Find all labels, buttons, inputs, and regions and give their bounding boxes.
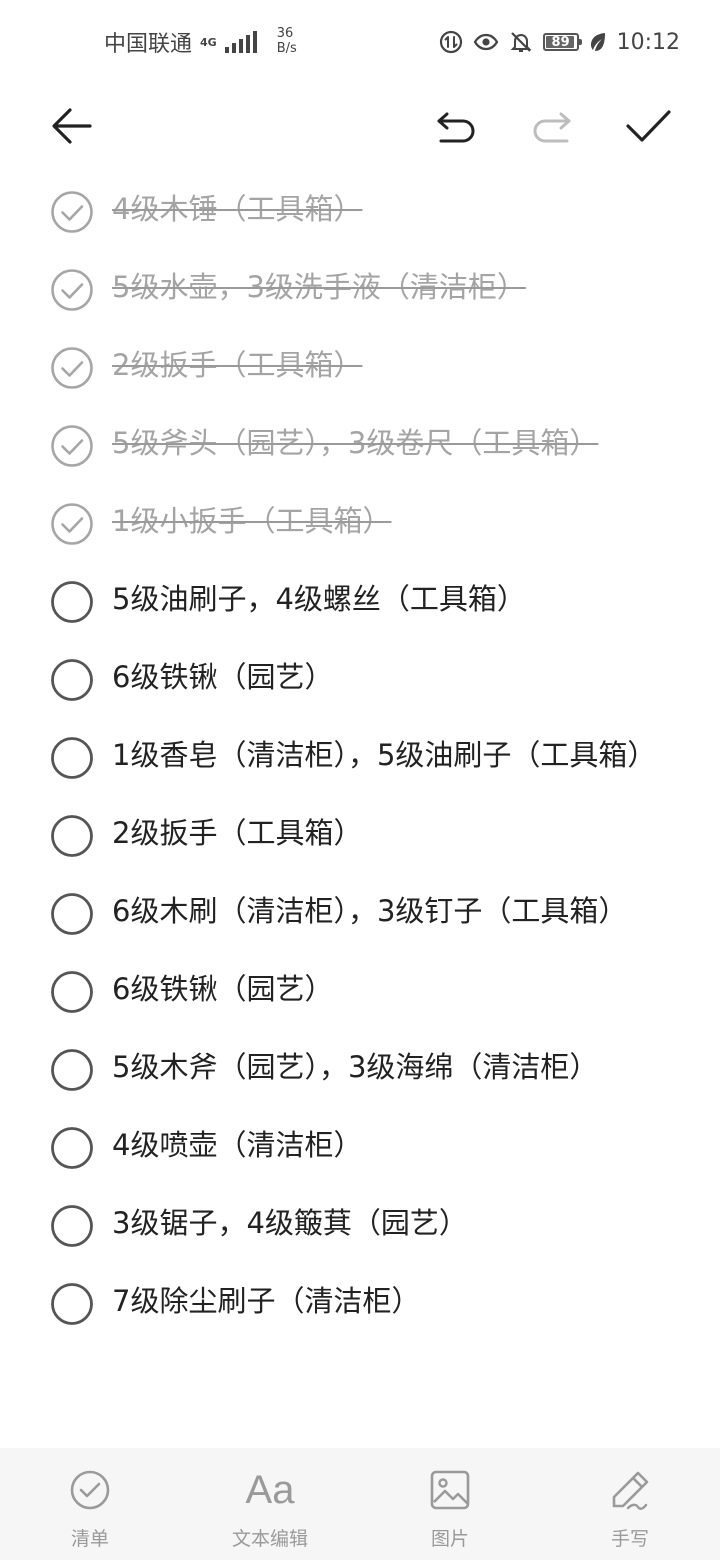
checked-circle-icon[interactable]: [50, 424, 94, 468]
checklist-item-text[interactable]: 6级铁锹（园艺）: [112, 641, 672, 719]
text-format-glyph: Aa: [245, 1468, 295, 1512]
signal-strength-icon: [224, 31, 257, 53]
checklist: 4级木锤（工具箱） 5级水壶，3级洗手液（清洁柜） 2级扳手（工具箱） 5级斧头（园艺…: [0, 173, 720, 1343]
unchecked-circle-icon[interactable]: [50, 658, 94, 702]
mute-bell-icon: [509, 30, 533, 54]
unchecked-circle-icon[interactable]: [50, 1204, 94, 1248]
save-done-button[interactable]: [620, 102, 676, 150]
checklist-item[interactable]: 2级扳手（工具箱）: [0, 329, 720, 407]
checklist-item[interactable]: 1级小扳手（工具箱）: [0, 485, 720, 563]
checklist-item-text[interactable]: 5级水壶，3级洗手液（清洁柜）: [112, 251, 672, 329]
checklist-item[interactable]: 5级木斧（园艺），3级海绵（清洁柜）: [0, 1031, 720, 1109]
checklist-item-text[interactable]: 3级锯子，4级簸萁（园艺）: [112, 1187, 672, 1265]
checked-circle-icon[interactable]: [50, 190, 94, 234]
image-icon: [429, 1468, 471, 1512]
pen-icon: [608, 1468, 652, 1512]
checklist-item-text[interactable]: 6级铁锹（园艺）: [112, 953, 672, 1031]
bottom-toolbar: 清单 Aa 文本编辑 图片 手写: [0, 1448, 720, 1560]
redo-button[interactable]: [524, 102, 580, 150]
editor-toolbar: [0, 84, 720, 170]
checked-circle-icon[interactable]: [50, 268, 94, 312]
checklist-item[interactable]: 7级除尘刷子（清洁柜）: [0, 1265, 720, 1343]
unchecked-circle-icon[interactable]: [50, 580, 94, 624]
checklist-item-text[interactable]: 2级扳手（工具箱）: [112, 797, 672, 875]
status-left: 中国联通 4G 36 B/s: [104, 26, 297, 58]
unchecked-circle-icon[interactable]: [50, 1048, 94, 1092]
checklist-item[interactable]: 5级油刷子，4级螺丝（工具箱）: [0, 563, 720, 641]
unchecked-circle-icon[interactable]: [50, 814, 94, 858]
checklist-item-text[interactable]: 4级喷壶（清洁柜）: [112, 1109, 672, 1187]
checklist-item-text[interactable]: 5级斧头（园艺），3级卷尺（工具箱）: [112, 407, 672, 485]
checklist-item-text[interactable]: 5级木斧（园艺），3级海绵（清洁柜）: [112, 1031, 672, 1109]
carrier-name: 中国联通: [104, 32, 193, 57]
undo-button[interactable]: [428, 102, 484, 150]
checklist-item[interactable]: 2级扳手（工具箱）: [0, 797, 720, 875]
image-label: 图片: [430, 1528, 469, 1550]
back-arrow-icon: [52, 108, 92, 144]
checklist-item-text[interactable]: 2级扳手（工具箱）: [112, 329, 672, 407]
checklist-item[interactable]: 4级喷壶（清洁柜）: [0, 1109, 720, 1187]
image-button[interactable]: 图片: [360, 1448, 540, 1560]
note-checklist-screen: 中国联通 4G 36 B/s 89 10:12 4级木锤（工具箱） 5级水壶，3…: [0, 0, 720, 1560]
checklist-item-text[interactable]: 6级木刷（清洁柜），3级钉子（工具箱）: [112, 875, 672, 953]
checklist-label: 清单: [70, 1528, 109, 1550]
checklist-item-text[interactable]: 7级除尘刷子（清洁柜）: [112, 1265, 672, 1343]
checklist-item[interactable]: 5级水壶，3级洗手液（清洁柜）: [0, 251, 720, 329]
network-speed-value: 36: [276, 26, 294, 41]
checklist-item[interactable]: 6级铁锹（园艺）: [0, 953, 720, 1031]
checked-circle-icon[interactable]: [50, 346, 94, 390]
battery-level: 89: [551, 34, 570, 50]
status-right: 89 10:12: [439, 30, 680, 55]
text-format-icon: Aa: [246, 1468, 295, 1512]
status-bar: 中国联通 4G 36 B/s 89 10:12: [0, 0, 720, 84]
leaf-icon: [589, 31, 607, 53]
checklist-item[interactable]: 6级铁锹（园艺）: [0, 641, 720, 719]
network-speed-unit: B/s: [276, 41, 297, 56]
text-edit-label: 文本编辑: [231, 1528, 308, 1550]
checklist-item[interactable]: 1级香皂（清洁柜），5级油刷子（工具箱）: [0, 719, 720, 797]
data-saver-icon: [439, 30, 463, 54]
eye-comfort-icon: [473, 32, 499, 52]
checklist-item[interactable]: 3级锯子，4级簸萁（园艺）: [0, 1187, 720, 1265]
unchecked-circle-icon[interactable]: [50, 1282, 94, 1326]
unchecked-circle-icon[interactable]: [50, 892, 94, 936]
checklist-item-text[interactable]: 5级油刷子，4级螺丝（工具箱）: [112, 563, 672, 641]
clock-time: 10:12: [616, 29, 680, 55]
network-type: 4G: [200, 35, 217, 49]
handwriting-label: 手写: [610, 1528, 649, 1550]
text-edit-button[interactable]: Aa 文本编辑: [180, 1448, 360, 1560]
network-speed: 36 B/s: [277, 26, 297, 56]
unchecked-circle-icon[interactable]: [50, 736, 94, 780]
checklist-item[interactable]: 5级斧头（园艺），3级卷尺（工具箱）: [0, 407, 720, 485]
handwriting-button[interactable]: 手写: [540, 1448, 720, 1560]
unchecked-circle-icon[interactable]: [50, 1126, 94, 1170]
battery-icon: 89: [542, 33, 582, 51]
back-button[interactable]: [44, 102, 100, 150]
checklist-item-text[interactable]: 4级木锤（工具箱）: [112, 173, 672, 251]
redo-icon: [533, 112, 571, 143]
checklist-icon: [69, 1468, 111, 1512]
checklist-item-text[interactable]: 1级香皂（清洁柜），5级油刷子（工具箱）: [112, 719, 672, 797]
checklist-item[interactable]: 4级木锤（工具箱）: [0, 173, 720, 251]
checked-circle-icon[interactable]: [50, 502, 94, 546]
checkmark-icon: [626, 110, 671, 142]
unchecked-circle-icon[interactable]: [50, 970, 94, 1014]
checklist-item[interactable]: 6级木刷（清洁柜），3级钉子（工具箱）: [0, 875, 720, 953]
undo-icon: [437, 112, 475, 143]
checklist-item-text[interactable]: 1级小扳手（工具箱）: [112, 485, 672, 563]
checklist-button[interactable]: 清单: [0, 1448, 180, 1560]
